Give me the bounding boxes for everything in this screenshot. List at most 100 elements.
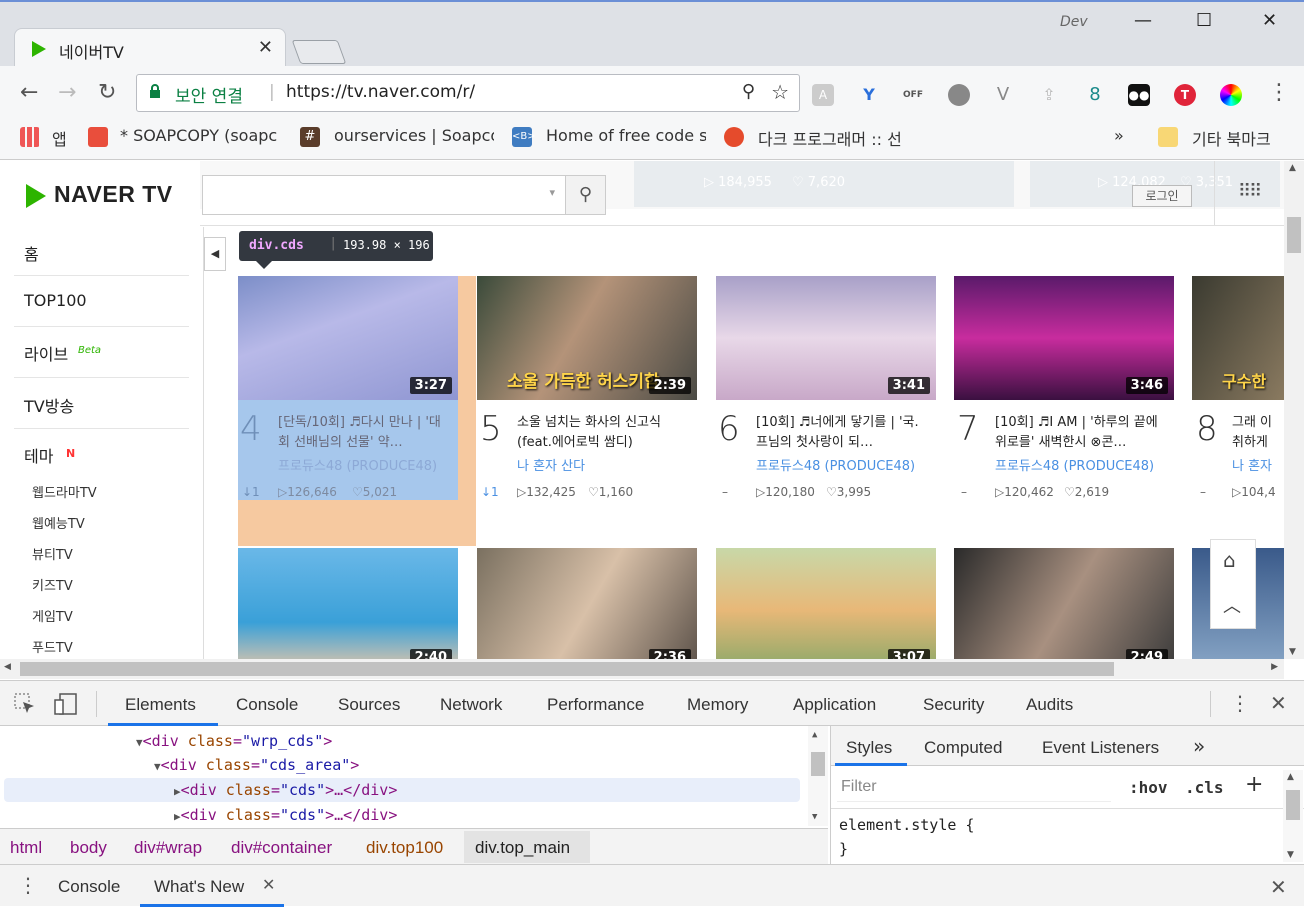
home-icon[interactable]: ⌂ xyxy=(1223,548,1236,572)
video-thumbnail[interactable]: 3:27 xyxy=(238,276,458,400)
share-extension-icon[interactable]: ⇪ xyxy=(1038,84,1060,106)
tomato-extension-icon[interactable] xyxy=(948,84,970,106)
expand-arrow-icon[interactable]: ▶ xyxy=(174,810,181,823)
video-thumbnail[interactable]: 3:07 xyxy=(716,548,936,659)
more-tabs-icon[interactable]: » xyxy=(1193,734,1205,758)
nav-top100[interactable]: TOP100 xyxy=(24,291,87,310)
bookmark-soapcopy[interactable]: * SOAPCOPY (soapc xyxy=(120,126,280,145)
profile-label[interactable]: Dev xyxy=(1060,14,1088,30)
back-icon[interactable]: ← xyxy=(20,80,38,105)
crumb-html[interactable]: html xyxy=(10,838,42,858)
color-picker-extension-icon[interactable] xyxy=(1220,84,1242,106)
video-channel[interactable]: 프로듀스48 (PRODUCE48) xyxy=(756,455,932,474)
tab-close-icon[interactable]: ✕ xyxy=(258,37,273,58)
collapse-arrow-icon[interactable]: ▼ xyxy=(154,760,161,773)
elements-scrollbar[interactable]: ▲ ▼ xyxy=(808,726,828,826)
video-thumbnail[interactable]: 3:41 xyxy=(716,276,936,400)
dom-node[interactable]: ▼<div class="wrp_cds"> xyxy=(136,732,332,750)
devtools-menu-icon[interactable]: ⋮ xyxy=(1230,691,1250,715)
hourglass-extension-icon[interactable]: 8 xyxy=(1084,84,1106,106)
bookmark-apps[interactable]: 앱 xyxy=(52,126,67,150)
v-extension-icon[interactable]: V xyxy=(992,84,1014,106)
address-bar[interactable]: 보안 연결 | https://tv.naver.com/r/ ⚲ ☆ xyxy=(136,74,800,112)
nav-beauty[interactable]: 뷰티TV xyxy=(32,544,73,563)
filter-input[interactable]: Filter xyxy=(837,772,1111,802)
tab-application[interactable]: Application xyxy=(793,695,876,715)
grid-menu-icon[interactable]: ⠿⠿ xyxy=(1238,181,1262,202)
page-horizontal-scrollbar[interactable]: ◀ ▶ xyxy=(0,659,1284,679)
naver-tv-logo[interactable]: NAVER TV xyxy=(54,181,173,208)
dark-extension-icon[interactable]: ●● xyxy=(1128,84,1150,106)
scroll-down-icon[interactable]: ▼ xyxy=(1289,647,1296,657)
tab-network[interactable]: Network xyxy=(440,695,502,715)
login-button[interactable]: 로그인 xyxy=(1132,185,1192,207)
styles-scrollbar[interactable]: ▲ ▼ xyxy=(1283,770,1303,862)
video-title[interactable]: 소울 넘치는 화사의 신고식 (feat.에어로빅 쌈디) xyxy=(517,413,687,453)
search-input[interactable]: ▾ ⚲ xyxy=(202,175,606,215)
dom-node[interactable]: ▶<div class="cds">…</div> xyxy=(174,806,397,824)
inspect-element-icon[interactable] xyxy=(14,693,36,715)
video-thumbnail[interactable]: 2:40 xyxy=(238,548,458,659)
nav-food[interactable]: 푸드TV xyxy=(32,637,73,656)
scroll-up-icon[interactable]: ▲ xyxy=(812,730,817,740)
maximize-button[interactable]: ☐ xyxy=(1196,10,1212,31)
drawer-tab-close-icon[interactable]: ✕ xyxy=(262,875,275,894)
tab-console[interactable]: Console xyxy=(236,695,298,715)
close-window-button[interactable]: ✕ xyxy=(1262,10,1277,31)
other-bookmarks[interactable]: 기타 북마크 xyxy=(1192,126,1271,150)
bookmark-free-code[interactable]: Home of free code s xyxy=(546,126,706,145)
search-icon[interactable]: ⚲ xyxy=(565,176,605,214)
page-vertical-scrollbar[interactable]: ▲ ▼ xyxy=(1284,161,1304,659)
video-channel[interactable]: 나 혼자 xyxy=(1232,455,1282,474)
video-thumbnail[interactable]: 구수한 xyxy=(1192,276,1284,400)
scrollbar-thumb[interactable] xyxy=(20,662,1114,676)
element-style-rule[interactable]: element.style { xyxy=(839,816,974,834)
video-thumbnail[interactable]: 2:49 xyxy=(954,548,1174,659)
tab-computed[interactable]: Computed xyxy=(924,738,1002,758)
scrollbar-thumb[interactable] xyxy=(1286,790,1300,820)
minimize-button[interactable]: — xyxy=(1134,10,1152,31)
collapse-arrow-icon[interactable]: ▼ xyxy=(136,736,143,749)
scroll-up-icon[interactable]: ▲ xyxy=(1289,163,1296,173)
tab-audits[interactable]: Audits xyxy=(1026,695,1073,715)
nav-webvariety[interactable]: 웹예능TV xyxy=(32,513,85,532)
reload-icon[interactable]: ↻ xyxy=(98,80,116,105)
search-zoom-icon[interactable]: ⚲ xyxy=(742,81,755,102)
video-title[interactable]: [10회] ♬너에게 닿기를 | '국.프님의 첫사랑이 되… xyxy=(756,413,926,453)
tab-elements[interactable]: Elements xyxy=(125,695,196,715)
y-extension-icon[interactable]: Y xyxy=(858,84,880,106)
t-extension-icon[interactable]: T xyxy=(1174,84,1196,106)
dom-node[interactable]: ▼<div class="cds_area"> xyxy=(154,756,359,774)
url-text[interactable]: https://tv.naver.com/r/ xyxy=(286,82,475,102)
bookmark-star-icon[interactable]: ☆ xyxy=(771,80,789,104)
nav-tv-broadcast[interactable]: TV방송 xyxy=(24,393,74,417)
bookmark-dark-programmer[interactable]: 다크 프로그래머 :: 선 xyxy=(758,126,918,150)
drawer-close-icon[interactable]: ✕ xyxy=(1270,875,1287,899)
scroll-down-icon[interactable]: ▼ xyxy=(812,812,817,822)
apps-grid-icon[interactable] xyxy=(20,127,40,147)
new-style-rule-icon[interactable]: + xyxy=(1245,772,1263,797)
tab-styles[interactable]: Styles xyxy=(846,738,892,758)
carousel-prev-icon[interactable]: ◀ xyxy=(204,237,226,271)
tab-memory[interactable]: Memory xyxy=(687,695,748,715)
video-title[interactable]: 그래 이 취하게 xyxy=(1232,413,1282,453)
nav-kids[interactable]: 키즈TV xyxy=(32,575,73,594)
hov-toggle[interactable]: :hov xyxy=(1129,778,1168,797)
drawer-tab-whats-new[interactable]: What's New xyxy=(154,877,244,897)
video-thumbnail[interactable]: 2:36 xyxy=(477,548,697,659)
scroll-left-icon[interactable]: ◀ xyxy=(4,662,11,672)
scroll-top-icon[interactable]: ︿ xyxy=(1223,592,1241,618)
dom-node-selected[interactable]: ▶<div class="cds">…</div> xyxy=(174,781,397,799)
tab-performance[interactable]: Performance xyxy=(547,695,644,715)
crumb-container[interactable]: div#container xyxy=(231,838,332,858)
crumb-top-main[interactable]: div.top_main xyxy=(475,838,570,858)
browser-tab[interactable]: 네이버TV ✕ xyxy=(14,28,286,68)
menu-icon[interactable]: ⋮ xyxy=(1268,80,1290,105)
video-channel[interactable]: 나 혼자 산다 xyxy=(517,455,693,474)
crumb-top100[interactable]: div.top100 xyxy=(366,838,443,858)
bookmark-ourservices[interactable]: ourservices | Soapco xyxy=(334,126,494,145)
video-thumbnail[interactable]: 3:46 xyxy=(954,276,1174,400)
bookmarks-more-icon[interactable]: » xyxy=(1114,126,1124,145)
nav-live[interactable]: 라이브 xyxy=(24,341,68,365)
video-title[interactable]: [10회] ♬I AM | '하루의 끝에 위로를' 새벽한시 ⊗콘… xyxy=(995,413,1165,453)
